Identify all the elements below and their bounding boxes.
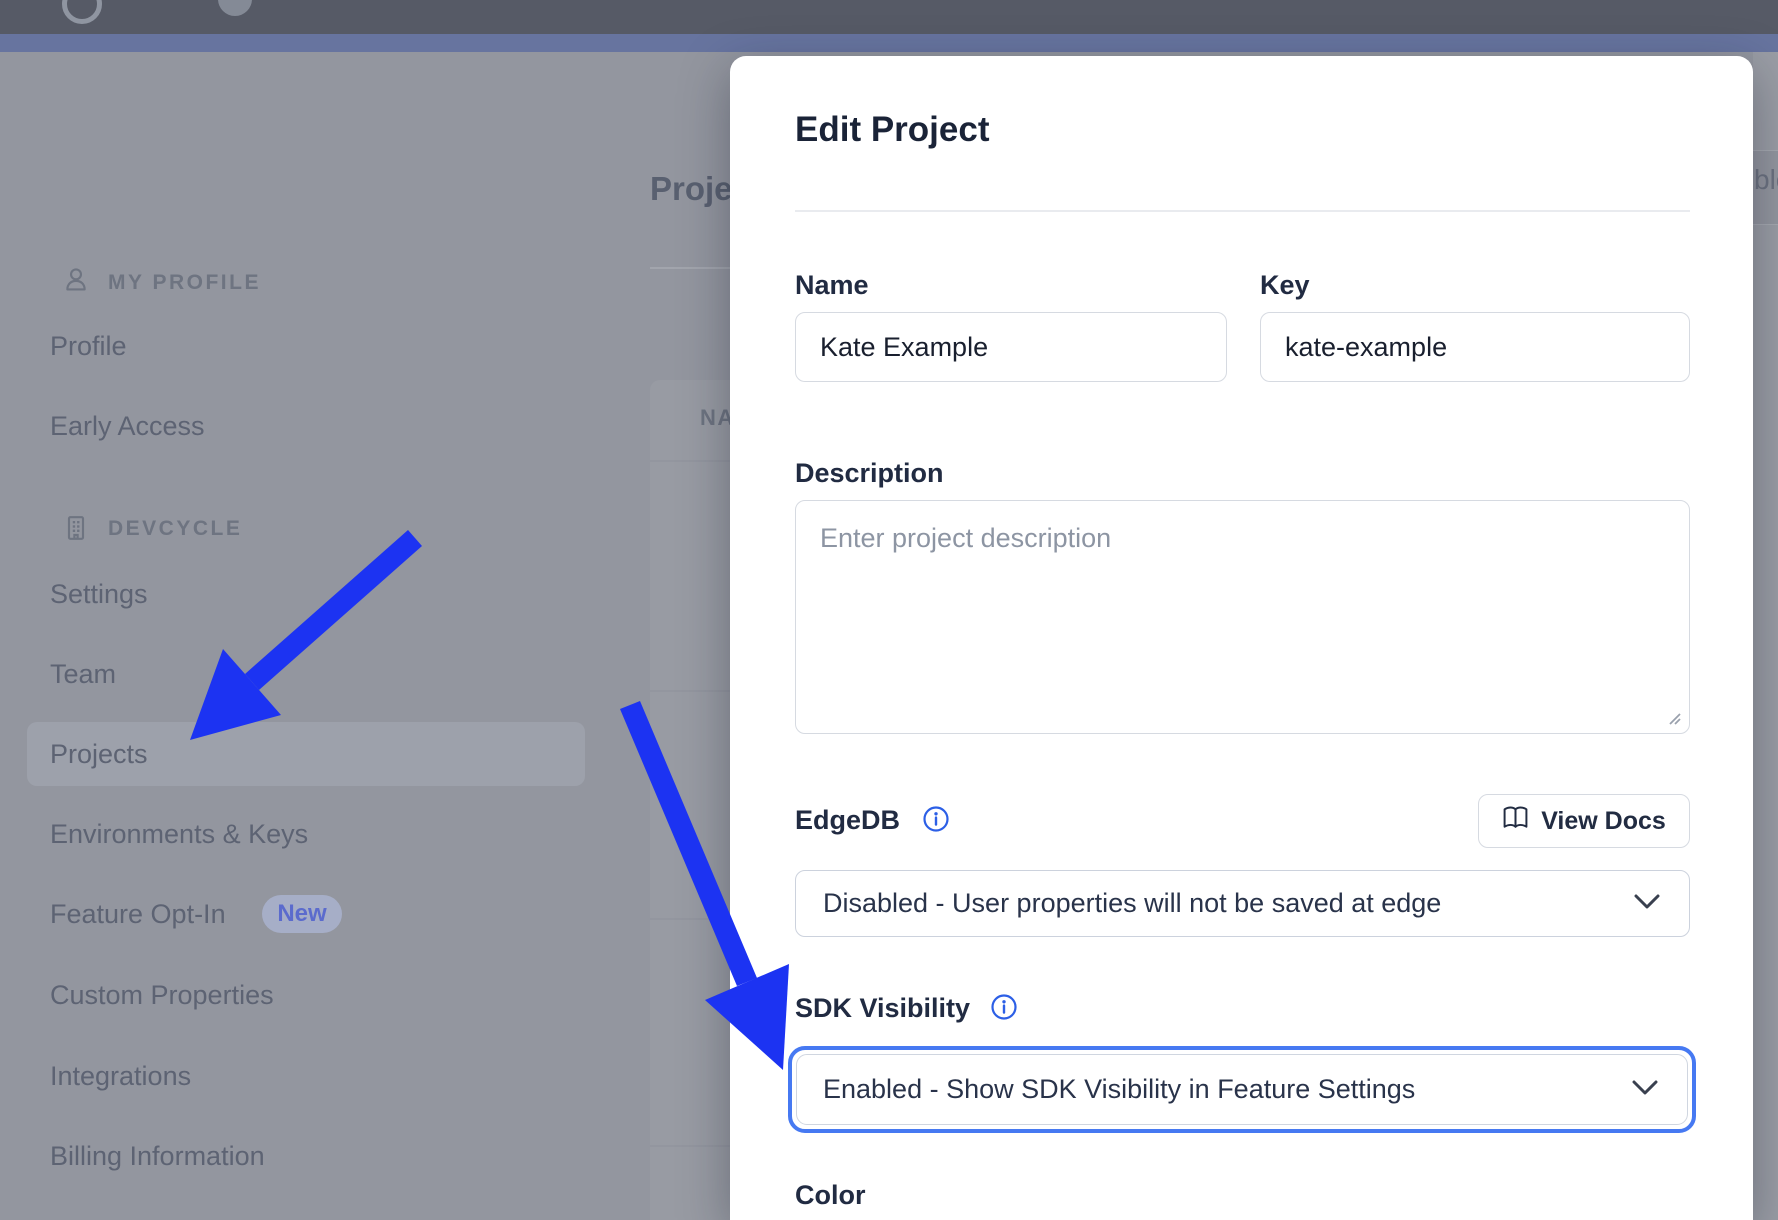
topbar-avatar-partial xyxy=(218,0,252,16)
sidebar-item-projects[interactable]: Projects xyxy=(50,737,148,771)
sidebar-item-feature-opt-in[interactable]: Feature Opt-In xyxy=(50,897,226,931)
chevron-down-icon xyxy=(1631,1079,1659,1101)
sdk-visibility-select[interactable]: Enabled - Show SDK Visibility in Feature… xyxy=(796,1054,1688,1125)
modal-title-divider xyxy=(795,210,1690,212)
background-page-title-partial: Proje xyxy=(650,170,730,212)
name-input[interactable] xyxy=(795,312,1227,382)
background-table-card: NA xyxy=(650,380,730,1220)
arrow-to-projects xyxy=(190,530,422,740)
topbar-logo-glyph xyxy=(62,0,102,24)
sidebar-item-profile[interactable]: Profile xyxy=(50,329,127,363)
top-navigation-bar xyxy=(0,0,1778,34)
info-icon[interactable] xyxy=(922,805,950,833)
background-row-divider xyxy=(650,918,730,920)
book-icon xyxy=(1502,806,1529,837)
sdk-visibility-focus-ring: Enabled - Show SDK Visibility in Feature… xyxy=(788,1046,1696,1133)
topbar-accent-bar xyxy=(0,34,1778,52)
key-input[interactable] xyxy=(1260,312,1690,382)
chevron-down-icon xyxy=(1633,893,1661,915)
description-label: Description xyxy=(795,456,944,490)
background-right-sliver: ble xyxy=(1753,52,1778,1220)
background-row-divider xyxy=(650,690,730,692)
sidebar-section-my-profile: MY PROFILE xyxy=(108,266,261,300)
modal-title: Edit Project xyxy=(795,108,989,152)
sidebar-item-settings[interactable]: Settings xyxy=(50,577,148,611)
edit-project-modal: Edit Project Name Key Description EdgeDB… xyxy=(730,56,1753,1220)
background-title-divider xyxy=(650,267,730,269)
sidebar-item-billing-information[interactable]: Billing Information xyxy=(50,1139,265,1173)
resize-handle-icon[interactable] xyxy=(1660,704,1682,726)
edgedb-selected-option: Disabled - User properties will not be s… xyxy=(796,888,1441,919)
person-icon xyxy=(62,266,90,294)
sidebar-item-custom-properties[interactable]: Custom Properties xyxy=(50,978,274,1012)
sidebar-item-team[interactable]: Team xyxy=(50,657,116,691)
sidebar-item-early-access[interactable]: Early Access xyxy=(50,409,205,443)
description-textarea[interactable] xyxy=(795,500,1690,734)
background-row-divider xyxy=(650,460,730,462)
sidebar-section-devcycle: DEVCYCLE xyxy=(108,512,242,546)
edgedb-select[interactable]: Disabled - User properties will not be s… xyxy=(795,870,1690,937)
sidebar-item-integrations[interactable]: Integrations xyxy=(50,1059,191,1093)
key-label: Key xyxy=(1260,268,1310,302)
background-row-divider xyxy=(650,1145,730,1147)
view-docs-label: View Docs xyxy=(1541,807,1666,836)
edgedb-label: EdgeDB xyxy=(795,803,900,837)
building-icon xyxy=(62,514,90,542)
view-docs-button[interactable]: View Docs xyxy=(1478,794,1690,848)
sdk-visibility-selected-option: Enabled - Show SDK Visibility in Feature… xyxy=(797,1074,1415,1105)
name-label: Name xyxy=(795,268,869,302)
sdk-visibility-label: SDK Visibility xyxy=(795,991,970,1025)
background-right-text-partial: ble xyxy=(1754,164,1778,196)
new-badge: New xyxy=(262,895,342,933)
background-table-header-partial: NA xyxy=(700,405,730,431)
sidebar-item-environments-keys[interactable]: Environments & Keys xyxy=(50,817,308,851)
color-label: Color xyxy=(795,1178,866,1212)
info-icon[interactable] xyxy=(990,993,1018,1021)
